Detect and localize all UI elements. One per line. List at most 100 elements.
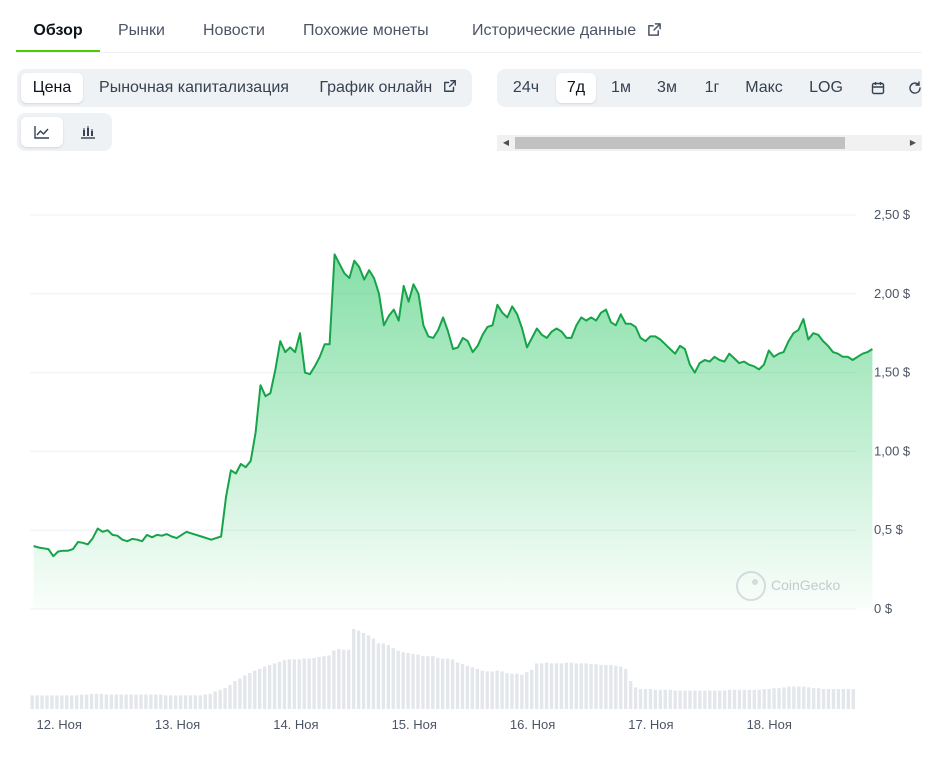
range-3m-button[interactable]: 3м	[647, 73, 687, 103]
volume-bar	[134, 694, 138, 709]
external-link-icon	[443, 80, 456, 93]
volume-bar	[208, 693, 212, 709]
x-tick-label: 18. Ноя	[747, 717, 792, 732]
volume-bar	[168, 695, 173, 709]
volume-bar	[515, 673, 519, 709]
volume-bar	[722, 690, 727, 709]
volume-bar	[144, 694, 148, 709]
market-cap-tab[interactable]: Рыночная капитализация	[93, 73, 295, 103]
volume-bar	[327, 655, 331, 709]
volume-bar	[475, 669, 479, 709]
market-cap-tab-label: Рыночная капитализация	[99, 79, 289, 96]
volume-bar	[658, 689, 663, 709]
volume-bar	[811, 688, 816, 709]
volume-bar	[564, 662, 569, 709]
volume-bar	[851, 689, 855, 709]
line-chart-button[interactable]	[21, 117, 63, 147]
calendar-button[interactable]	[861, 73, 895, 103]
volume-bar	[648, 689, 653, 709]
volume-bar	[792, 686, 796, 709]
volume-bar	[678, 690, 682, 709]
volume-bar	[628, 681, 633, 709]
volume-bar	[703, 690, 707, 709]
range-max-label: Макс	[745, 79, 783, 96]
volume-bar	[129, 694, 133, 709]
volume-bar	[45, 695, 49, 709]
volume-bar	[772, 688, 776, 709]
live-chart-tab[interactable]: График онлайн	[313, 73, 463, 103]
price-tab[interactable]: Цена	[21, 73, 83, 103]
volume-bar	[173, 695, 178, 709]
coingecko-watermark: CoinGecko	[736, 571, 840, 601]
volume-bar	[119, 694, 123, 709]
x-tick-label: 17. Ноя	[628, 717, 673, 732]
volume-bar	[188, 695, 193, 709]
volume-bar	[421, 656, 425, 709]
price-chart[interactable]: 0 $ 0,5 $ 1,00 $ 1,50 $ 2,00 $ 2,50 $ 12. Ноя…	[0, 0, 938, 759]
refresh-icon	[909, 81, 921, 94]
volume-bar	[381, 643, 386, 709]
range-7d-button[interactable]: 7д	[556, 73, 596, 103]
volume-bar	[104, 694, 109, 709]
volume-bar	[178, 695, 183, 709]
tab-news[interactable]: Новости	[203, 0, 265, 52]
volume-bar	[826, 689, 831, 709]
volume-bar	[154, 694, 158, 709]
scroll-right-arrow[interactable]: ▶	[906, 135, 920, 151]
range-7d-label: 7д	[566, 79, 586, 96]
scroll-left-arrow[interactable]: ◀	[499, 135, 513, 151]
volume-bar	[40, 695, 44, 709]
tab-overview[interactable]: Обзор	[16, 0, 100, 52]
range-1m-button[interactable]: 1м	[603, 73, 639, 103]
volume-bar	[445, 658, 450, 709]
volume-bar	[782, 687, 786, 709]
volume-bar	[535, 663, 539, 709]
volume-bars	[30, 629, 855, 709]
volume-bar	[307, 658, 311, 709]
scrollbar-thumb[interactable]	[515, 137, 845, 149]
range-scrollbar[interactable]: ◀ ▶	[497, 135, 922, 151]
log-scale-button[interactable]: LOG	[801, 73, 851, 103]
volume-bar	[233, 681, 237, 709]
candlestick-chart-button[interactable]	[67, 117, 109, 147]
grid-lines	[30, 214, 856, 610]
volume-bar	[416, 654, 420, 709]
volume-bar	[267, 665, 272, 709]
tab-similar-coins-label: Похожие монеты	[303, 22, 429, 39]
y-tick-label: 2,50 $	[874, 207, 911, 222]
volume-bar	[559, 663, 564, 709]
price-area	[33, 254, 873, 609]
volume-bar	[356, 630, 361, 709]
volume-bar	[539, 663, 544, 709]
log-scale-label: LOG	[809, 79, 843, 96]
tab-markets[interactable]: Рынки	[118, 0, 165, 52]
volume-bar	[89, 693, 94, 709]
volume-bar	[94, 693, 99, 709]
calendar-icon	[871, 82, 885, 95]
volume-bar	[807, 687, 811, 709]
x-tick-label: 13. Ноя	[155, 717, 200, 732]
tab-historical-data[interactable]: Исторические данные	[472, 0, 662, 52]
volume-bar	[401, 652, 405, 709]
volume-bar	[633, 687, 638, 709]
range-24h-button[interactable]: 24ч	[503, 73, 549, 103]
time-range-toggle: 24ч 7д 1м 3м 1г Макс LOG	[497, 69, 922, 107]
range-max-button[interactable]: Макс	[737, 73, 791, 103]
external-link-icon	[647, 22, 661, 36]
volume-bar	[65, 695, 69, 709]
volume-bar	[762, 689, 766, 709]
volume-bar	[663, 689, 667, 709]
tab-similar-coins[interactable]: Похожие монеты	[303, 0, 429, 52]
volume-bar	[312, 657, 316, 709]
volume-bar	[510, 673, 514, 709]
range-1y-button[interactable]: 1г	[695, 73, 729, 103]
volume-bar	[75, 695, 79, 709]
refresh-button[interactable]	[905, 73, 922, 103]
volume-bar	[525, 672, 529, 709]
volume-bar	[124, 694, 128, 709]
volume-bar	[258, 669, 262, 709]
x-tick-label: 12. Ноя	[37, 717, 82, 732]
volume-bar	[406, 653, 410, 709]
volume-bar	[787, 686, 791, 709]
volume-bar	[198, 695, 203, 709]
